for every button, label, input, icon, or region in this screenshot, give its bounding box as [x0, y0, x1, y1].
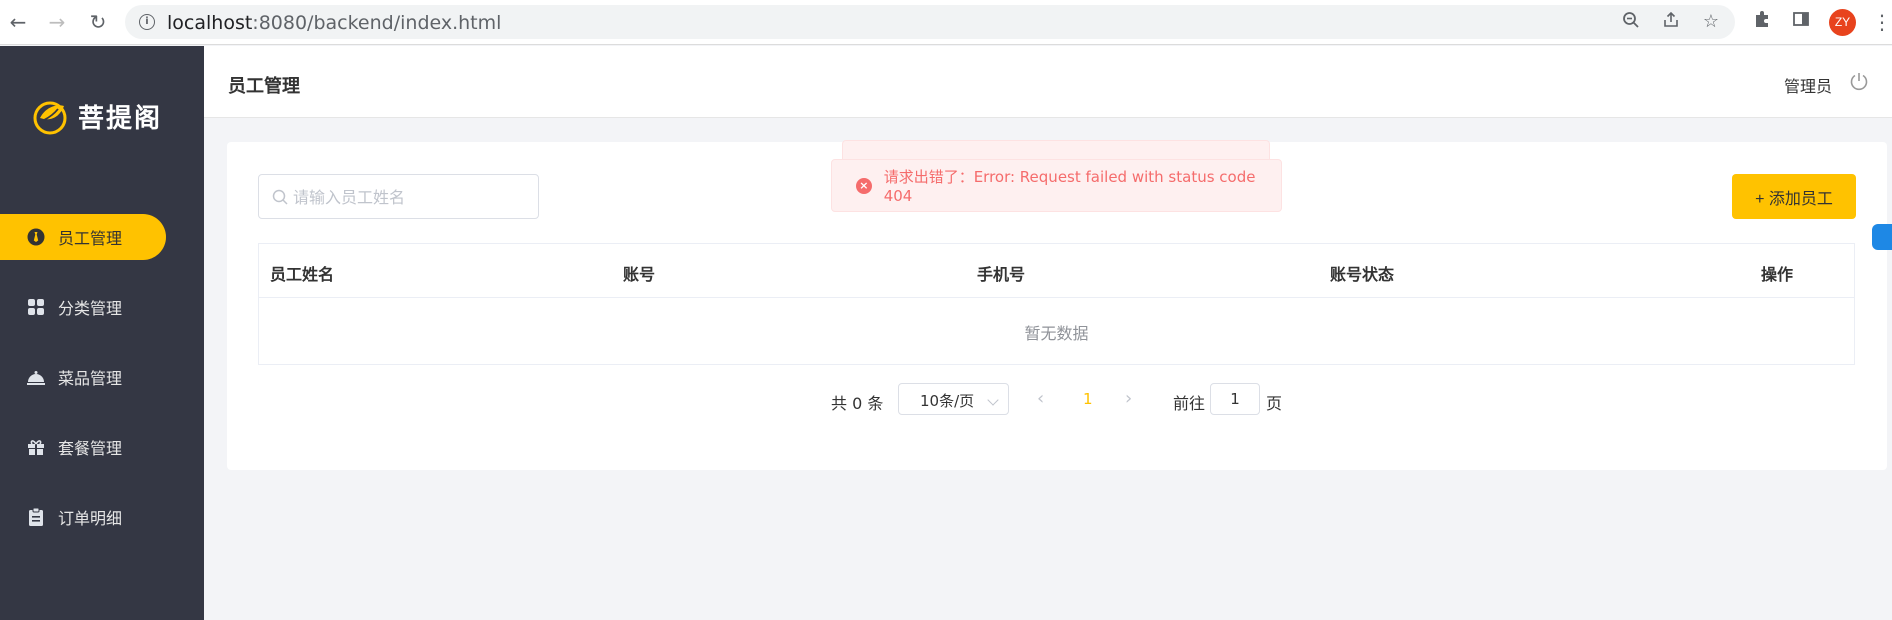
column-header-phone: 手机号 [977, 265, 1026, 284]
bodhi-leaf-logo-icon [33, 101, 67, 135]
sidebar-item-dish[interactable]: 菜品管理 [0, 354, 166, 400]
page-title: 员工管理 [228, 76, 300, 97]
table-header: 员工姓名 账号 手机号 账号状态 操作 [259, 244, 1854, 298]
side-panel-icon[interactable] [1789, 10, 1813, 34]
gift-icon [26, 437, 46, 457]
sidebar-item-label: 分类管理 [58, 299, 123, 318]
floating-assistant-icon[interactable] [1872, 224, 1892, 250]
browser-menu-icon[interactable]: ⋮ [1872, 10, 1892, 34]
page-header: 员工管理 管理员 [204, 46, 1892, 118]
zoom-icon[interactable] [1620, 11, 1642, 33]
sidebar-item-employee[interactable]: 员工管理 [0, 214, 166, 260]
profile-avatar[interactable]: ZY [1829, 9, 1856, 36]
page-size-value: 10条/页 [920, 392, 975, 410]
sidebar-item-orders[interactable]: 订单明细 [0, 494, 166, 540]
site-info-icon[interactable]: i [139, 14, 155, 30]
add-employee-button[interactable]: + 添加员工 [1732, 174, 1856, 219]
app-logo: 菩提阁 [30, 96, 162, 136]
url-path: :8080/backend/index.html [252, 12, 502, 34]
column-header-status: 账号状态 [1330, 265, 1395, 284]
prev-page-icon[interactable]: ‹ [1037, 390, 1049, 408]
bookmark-star-icon[interactable]: ☆ [1700, 11, 1722, 33]
employee-table: 员工姓名 账号 手机号 账号状态 操作 暂无数据 [258, 243, 1855, 365]
sidebar-item-setmeal[interactable]: 套餐管理 [0, 424, 166, 470]
current-user-name[interactable]: 管理员 [1784, 73, 1832, 97]
pagination-page-suffix: 页 [1266, 394, 1283, 413]
search-input[interactable] [293, 185, 533, 209]
url-host: localhost [167, 12, 253, 34]
pagination-total: 共 0 条 [831, 394, 884, 413]
pagination-goto-label: 前往 [1173, 394, 1206, 413]
grid-icon [26, 297, 46, 317]
goto-page-input[interactable]: 1 [1210, 383, 1260, 415]
error-circle-icon: × [856, 177, 872, 194]
chevron-down-icon [987, 394, 999, 406]
next-page-icon[interactable]: › [1125, 390, 1137, 408]
share-icon[interactable] [1660, 11, 1682, 33]
column-header-actions: 操作 [1761, 265, 1794, 284]
reload-icon[interactable]: ↻ [86, 10, 110, 34]
sidebar: 菩提阁 员工管理 分类管理 菜品管理 套餐管理 订单明细 [0, 46, 204, 620]
forward-arrow-icon[interactable]: → [45, 10, 69, 34]
error-toast-message: 请求出错了：Error: Request failed with status … [883, 168, 1256, 205]
logout-power-icon[interactable] [1848, 70, 1870, 92]
search-box[interactable] [258, 174, 539, 219]
sidebar-item-label: 套餐管理 [58, 439, 123, 458]
column-header-account: 账号 [623, 265, 656, 284]
sidebar-item-label: 订单明细 [58, 509, 123, 528]
sidebar-item-label: 菜品管理 [58, 369, 123, 388]
address-bar[interactable]: i localhost:8080/backend/index.html ☆ [125, 5, 1735, 39]
url-text[interactable]: localhost:8080/backend/index.html [167, 12, 501, 34]
column-header-name: 员工姓名 [270, 265, 335, 284]
browser-toolbar: ← → ↻ i localhost:8080/backend/index.htm… [0, 0, 1892, 45]
sidebar-item-label: 员工管理 [58, 229, 123, 248]
sidebar-item-category[interactable]: 分类管理 [0, 284, 166, 330]
pagination-current-page[interactable]: 1 [1083, 390, 1093, 408]
error-toast: × 请求出错了：Error: Request failed with statu… [831, 159, 1282, 212]
back-arrow-icon[interactable]: ← [6, 10, 30, 34]
search-icon [272, 189, 288, 205]
clipboard-icon [26, 507, 46, 527]
dish-cloche-icon [26, 367, 46, 387]
table-empty-text: 暂无数据 [1024, 324, 1089, 343]
page-size-select[interactable]: 10条/页 [898, 383, 1009, 415]
user-tie-icon [26, 227, 46, 247]
extensions-puzzle-icon[interactable] [1750, 10, 1774, 34]
logo-text: 菩提阁 [78, 103, 163, 134]
